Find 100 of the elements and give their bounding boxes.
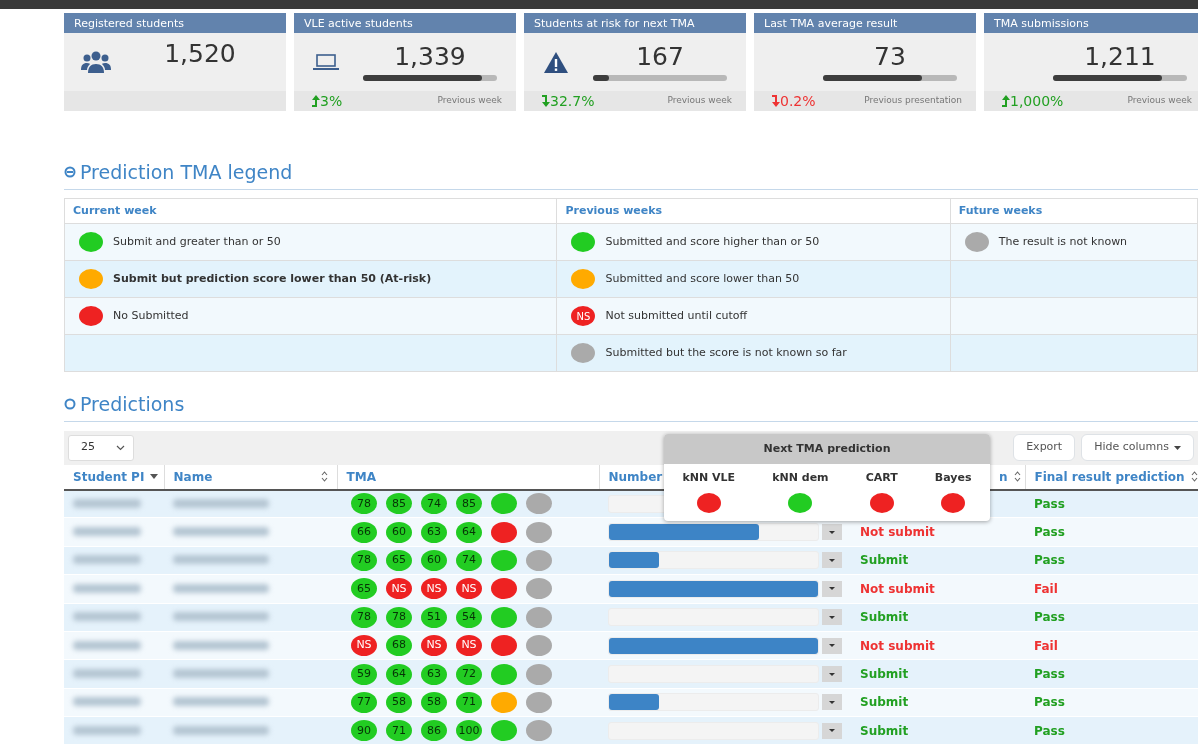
model-name: kNN VLE [682, 470, 736, 486]
kpi-title: TMA submissions [984, 13, 1198, 33]
final-prediction: Pass [1034, 667, 1065, 682]
next-prediction: Submit [860, 667, 909, 682]
tma-dot: 65 [386, 549, 412, 571]
final-prediction: Pass [1034, 610, 1065, 625]
column-header: Previous weeks [565, 203, 663, 217]
tma-dot: NS [456, 578, 482, 600]
tma-dot: 77 [351, 691, 377, 713]
caret-down-icon [829, 644, 835, 648]
tma-dot: 74 [421, 493, 447, 515]
caret-down-icon [1174, 445, 1181, 450]
dropdown-button[interactable] [822, 580, 842, 597]
caret-down-icon [829, 700, 835, 704]
comparison-note: Previous week [667, 94, 732, 108]
laptop-icon [313, 53, 339, 71]
change-value: 32.7% [550, 91, 595, 111]
popup-title: Next TMA prediction [664, 433, 990, 464]
redacted-text [73, 555, 141, 565]
tma-dot: 71 [386, 720, 412, 742]
dropdown-button[interactable] [822, 637, 842, 654]
model-name: kNN dem [772, 470, 829, 486]
page-size-select[interactable]: 25 [68, 434, 134, 461]
column-header: Current week [73, 203, 157, 217]
final-prediction: Pass [1034, 525, 1065, 540]
dropdown-button[interactable] [822, 694, 842, 711]
tma-dot: 60 [386, 521, 412, 543]
next-prediction: Not submit [860, 581, 935, 596]
kpi-value: 167 [636, 43, 684, 69]
legend-text: Submitted and score higher than or 50 [605, 233, 820, 250]
caret-down-icon [829, 558, 835, 562]
tma-dot: 78 [351, 606, 377, 628]
column-header[interactable]: Final result prediction [1034, 467, 1185, 486]
legend-text: Submit and greater than or 50 [113, 233, 281, 250]
tma-dot: 100 [456, 720, 482, 742]
tma-dot: 65 [351, 578, 377, 600]
tma-dot: NS [421, 578, 447, 600]
column-header[interactable]: TMA [346, 467, 376, 486]
warning-icon [543, 50, 569, 74]
tma-dot: NS [421, 635, 447, 657]
tma-dot: 59 [351, 663, 377, 685]
dropdown-button[interactable] [822, 552, 842, 569]
tma-dot: 74 [456, 549, 482, 571]
change-value: 0.2% [780, 91, 816, 111]
redacted-text [73, 612, 141, 622]
tma-dot: 58 [386, 691, 412, 713]
tma-dot: 58 [421, 691, 447, 713]
column-header[interactable]: Name [173, 467, 213, 486]
kpi-title: Students at risk for next TMA [524, 13, 746, 33]
tma-dot: 68 [386, 635, 412, 657]
kpi-value: 1,211 [1084, 43, 1156, 69]
collapse-icon [64, 166, 76, 179]
next-prediction: Submit [860, 695, 909, 710]
change-value: 3% [320, 91, 343, 111]
caret-down-icon [829, 729, 835, 733]
final-prediction: Pass [1034, 695, 1065, 710]
tma-dot: 64 [386, 663, 412, 685]
kpi-title: Registered students [64, 13, 286, 33]
legend-text: Submit but prediction score lower than 50 (At-risk) [113, 270, 432, 287]
tma-dot: 78 [351, 549, 377, 571]
redacted-text [73, 583, 141, 593]
tma-dot: 90 [351, 720, 377, 742]
column-header[interactable]: n [998, 467, 1008, 486]
final-prediction: Pass [1034, 553, 1065, 568]
kpi-value: 1,520 [164, 40, 236, 66]
next-prediction: Submit [860, 723, 909, 738]
hide-columns-button[interactable]: Hide columns [1081, 434, 1194, 461]
tma-dot: 66 [351, 521, 377, 543]
column-header[interactable]: Number [608, 467, 663, 486]
column-header: Future weeks [958, 203, 1043, 217]
column-header[interactable]: Student PI [73, 467, 145, 486]
section-title: Predictions [80, 392, 185, 417]
tma-dot: 54 [456, 606, 482, 628]
caret-down-icon [829, 530, 835, 534]
tma-dot: 85 [456, 493, 482, 515]
export-button[interactable]: Export [1013, 434, 1076, 461]
dropdown-button[interactable] [822, 722, 842, 739]
legend-text: Not submitted until cutoff [605, 307, 748, 324]
tma-dot: NS [351, 635, 377, 657]
dropdown-button[interactable] [822, 524, 842, 541]
legend-text: Submitted and score lower than 50 [605, 270, 800, 287]
dropdown-button[interactable] [822, 666, 842, 683]
next-prediction: Not submit [860, 525, 935, 540]
tma-dot: 63 [421, 521, 447, 543]
kpi-value: 1,339 [394, 43, 466, 69]
next-prediction: Submit [860, 553, 909, 568]
caret-down-icon [829, 615, 835, 619]
tma-dot: 71 [456, 691, 482, 713]
section-title: Prediction TMA legend [80, 160, 293, 185]
tma-dot: NS [456, 635, 482, 657]
expand-icon [64, 398, 76, 411]
model-name: CART [865, 470, 898, 486]
legend-text: No Submitted [113, 307, 189, 324]
tma-dot: 78 [386, 606, 412, 628]
tma-dot: 72 [456, 663, 482, 685]
model-name: Bayes [934, 470, 972, 486]
comparison-note: Previous week [1127, 94, 1192, 108]
dropdown-button[interactable] [822, 609, 842, 626]
legend-text: Submitted but the score is not known so far [605, 344, 847, 361]
next-prediction: Submit [860, 610, 909, 625]
